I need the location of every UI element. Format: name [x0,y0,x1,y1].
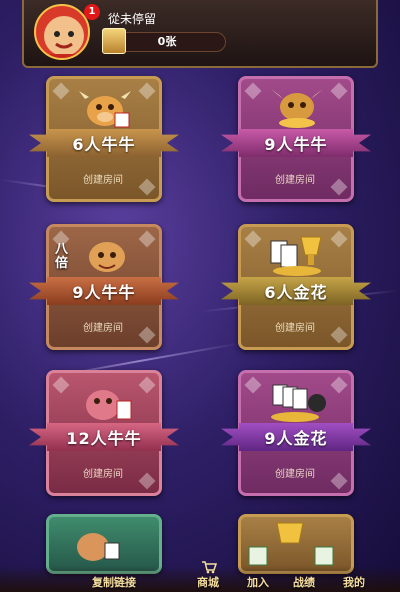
records-button[interactable]: 战绩 [293,574,315,590]
room-card-9-niuniu[interactable]: 9人牛牛 创建房间 [221,76,371,202]
room-card-icon [102,28,126,54]
corner-ornament [244,82,262,100]
corner-ornament [330,230,348,248]
corner-ornament [52,376,70,394]
trophy-mahjong-icon [248,522,334,566]
corner-ornament [330,376,348,394]
bull-mascot-icon [81,235,133,272]
bull-mascot-icon [69,525,120,561]
corner-ornament [244,376,262,394]
avatar[interactable] [34,4,90,60]
bull-mascot-icon [271,89,323,128]
create-room-button[interactable]: 创建房间 [255,319,335,335]
room-title: 9人牛牛 [221,129,371,157]
room-card-partial[interactable] [238,514,354,574]
join-button[interactable]: 加入 [247,574,269,590]
cart-icon [202,561,217,574]
notification-badge: 1 [84,4,100,20]
room-card-12-niuniu[interactable]: 12人牛牛 创建房间 [29,370,179,496]
room-card-9-jinhua[interactable]: 9人金花 创建房间 [221,370,371,496]
create-room-button[interactable]: 创建房间 [63,319,143,335]
room-card-6-niuniu[interactable]: 6人牛牛 创建房间 [29,76,179,202]
cards-coins-bomb-icon [271,384,326,422]
bull-mascot-icon [79,91,131,128]
room-card-6-jinhua[interactable]: 6人金花 创建房间 [221,224,371,350]
corner-ornament [330,82,348,100]
room-card-9-niuniu-8x[interactable]: 八倍 9人牛牛 创建房间 [29,224,179,350]
corner-ornament [138,376,156,394]
corner-ornament [52,82,70,100]
create-room-button[interactable]: 创建房间 [63,465,143,481]
create-room-button[interactable]: 创建房间 [255,171,335,187]
create-room-button[interactable]: 创建房间 [63,171,143,187]
create-room-button[interactable]: 创建房间 [255,465,335,481]
profile-header: 1 從未停留 0张 [22,0,378,68]
username: 從未停留 [108,12,157,26]
corner-ornament [138,230,156,248]
room-title: 6人牛牛 [29,129,179,157]
room-title: 6人金花 [221,277,371,305]
shop-button[interactable]: 商城 [197,574,219,590]
room-title: 9人牛牛 [29,277,179,305]
mine-button[interactable]: 我的 [343,574,365,590]
bull-mascot-icon [79,383,132,420]
eight-times-tag: 八倍 [55,242,69,271]
room-title: 9人金花 [221,423,371,451]
trophy-cards-icon [270,236,322,276]
corner-ornament [244,230,262,248]
corner-ornament [138,82,156,100]
room-title: 12人牛牛 [29,423,179,451]
room-card-partial[interactable] [46,514,162,574]
copy-link-button[interactable]: 复制链接 [92,574,136,590]
